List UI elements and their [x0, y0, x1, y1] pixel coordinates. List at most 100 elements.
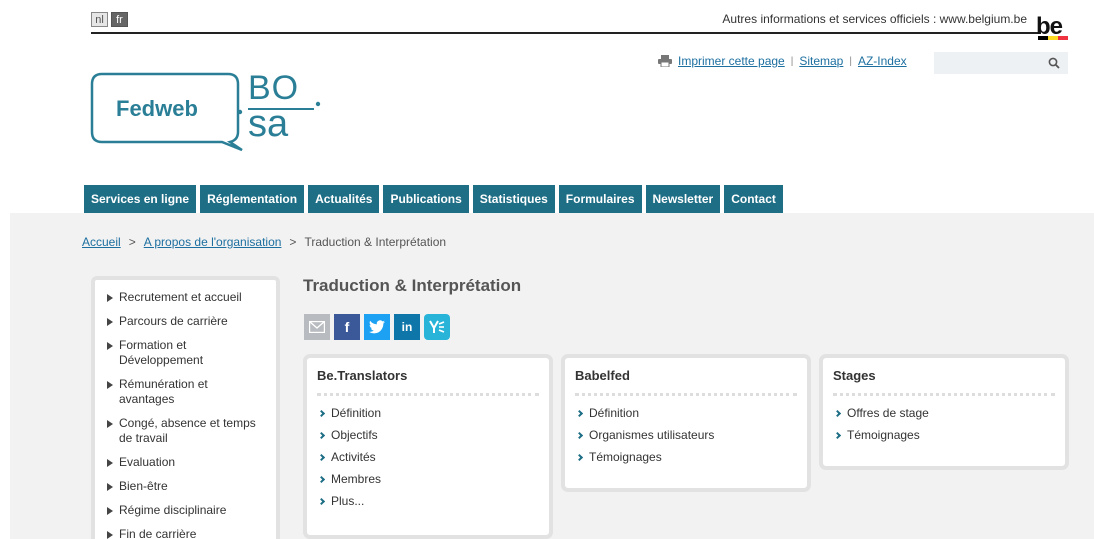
sidebar-item-label: Bien-être	[119, 479, 168, 493]
sidebar-item-remuneration[interactable]: Rémunération et avantages	[103, 377, 276, 407]
breadcrumb-separator: >	[128, 235, 136, 249]
card-link[interactable]: Organismes utilisateurs	[575, 428, 797, 443]
lang-fr-button[interactable]: fr	[111, 12, 128, 27]
sidebar-item-label: Evaluation	[119, 455, 176, 469]
card-link[interactable]: Témoignages	[575, 450, 797, 465]
belgium-flag-icon	[1038, 36, 1068, 40]
page-title: Traduction & Interprétation	[303, 276, 522, 295]
card-link[interactable]: Activités	[317, 450, 539, 465]
separator: |	[849, 55, 852, 67]
triangle-right-icon	[107, 420, 113, 428]
nav-actualites[interactable]: Actualités	[308, 185, 380, 213]
sidebar-item-label: Recrutement et accueil	[119, 290, 242, 304]
card-stages: Stages Offres de stage Témoignages	[819, 354, 1069, 470]
nav-newsletter[interactable]: Newsletter	[645, 185, 721, 213]
sidebar-item-label: Formation et Développement	[119, 338, 204, 367]
triangle-right-icon	[107, 507, 113, 515]
card-link-label: Organismes utilisateurs	[589, 428, 715, 442]
facebook-icon: f	[344, 319, 350, 335]
chevron-right-icon	[317, 431, 326, 440]
sidebar-item-bien-etre[interactable]: Bien-être	[103, 479, 276, 494]
breadcrumb-current: Traduction & Interprétation	[304, 235, 447, 249]
card-link[interactable]: Objectifs	[317, 428, 539, 443]
sidebar-item-regime[interactable]: Régime disciplinaire	[103, 503, 276, 518]
chevron-right-icon	[317, 497, 326, 506]
nav-services-en-ligne[interactable]: Services en ligne	[84, 185, 197, 213]
triangle-right-icon	[107, 318, 113, 326]
card-link[interactable]: Offres de stage	[833, 406, 1055, 421]
card-link-label: Définition	[589, 406, 640, 420]
search-box	[934, 52, 1068, 74]
share-email-button[interactable]	[304, 314, 330, 340]
sitemap-link[interactable]: Sitemap	[799, 54, 843, 68]
sidebar-menu: Recrutement et accueil Parcours de carri…	[91, 276, 280, 539]
card-title: Babelfed	[575, 368, 797, 396]
card-title: Be.Translators	[317, 368, 539, 396]
chevron-right-icon	[833, 431, 842, 440]
sidebar-item-formation[interactable]: Formation et Développement	[103, 338, 276, 368]
fedweb-bosa-logo[interactable]: Fedweb BO sa	[90, 69, 330, 154]
triangle-right-icon	[107, 531, 113, 539]
chevron-right-icon	[317, 453, 326, 462]
logo-bo-text: BO	[248, 69, 300, 107]
chevron-right-icon	[317, 475, 326, 484]
sidebar-item-recrutement[interactable]: Recrutement et accueil	[103, 290, 276, 305]
nav-formulaires[interactable]: Formulaires	[558, 185, 642, 213]
email-icon	[309, 321, 325, 333]
breadcrumb-home[interactable]: Accueil	[82, 235, 121, 249]
sidebar-item-label: Fin de carrière	[119, 527, 197, 539]
card-link-label: Témoignages	[847, 428, 920, 442]
breadcrumb-parent[interactable]: A propos de l'organisation	[144, 235, 282, 249]
sidebar-item-label: Parcours de carrière	[119, 314, 228, 328]
triangle-right-icon	[107, 459, 113, 467]
logo-divider	[248, 108, 314, 110]
sidebar-item-parcours[interactable]: Parcours de carrière	[103, 314, 276, 329]
chevron-right-icon	[575, 453, 584, 462]
print-icon	[658, 55, 672, 67]
share-facebook-button[interactable]: f	[334, 314, 360, 340]
chevron-right-icon	[833, 409, 842, 418]
card-link-label: Activités	[331, 450, 376, 464]
nav-statistiques[interactable]: Statistiques	[472, 185, 555, 213]
print-page-link[interactable]: Imprimer cette page	[678, 54, 785, 68]
sidebar-item-label: Régime disciplinaire	[119, 503, 227, 517]
search-icon[interactable]	[1048, 57, 1060, 69]
triangle-right-icon	[107, 483, 113, 491]
nav-reglementation[interactable]: Réglementation	[200, 185, 305, 213]
share-linkedin-button[interactable]: in	[394, 314, 420, 340]
sidebar-item-conge[interactable]: Congé, absence et temps de travail	[103, 416, 276, 446]
card-link-label: Objectifs	[331, 428, 378, 442]
card-link[interactable]: Plus...	[317, 494, 539, 509]
gov-services-link[interactable]: Autres informations et services officiel…	[722, 12, 1027, 26]
separator: |	[790, 55, 794, 67]
chevron-right-icon	[575, 431, 584, 440]
linkedin-icon: in	[401, 320, 413, 334]
card-link[interactable]: Témoignages	[833, 428, 1055, 443]
yammer-icon	[429, 320, 445, 333]
card-title: Stages	[833, 368, 1055, 396]
triangle-right-icon	[107, 381, 113, 389]
card-babelfed: Babelfed Définition Organismes utilisate…	[561, 354, 811, 492]
chevron-right-icon	[575, 409, 584, 418]
twitter-icon	[369, 320, 385, 334]
nav-publications[interactable]: Publications	[383, 185, 469, 213]
card-link-label: Témoignages	[589, 450, 662, 464]
sidebar-item-fin-carriere[interactable]: Fin de carrière	[103, 527, 276, 539]
nav-contact[interactable]: Contact	[724, 185, 783, 213]
card-link[interactable]: Définition	[317, 406, 539, 421]
sidebar-item-label: Rémunération et avantages	[119, 377, 208, 406]
sidebar-item-label: Congé, absence et temps de travail	[119, 416, 256, 445]
share-yammer-button[interactable]	[424, 314, 450, 340]
az-index-link[interactable]: AZ-Index	[858, 54, 907, 68]
card-link-label: Plus...	[331, 494, 365, 508]
card-link[interactable]: Membres	[317, 472, 539, 487]
share-twitter-button[interactable]	[364, 314, 390, 340]
utility-links: Imprimer cette page | Sitemap | AZ-Index	[658, 54, 907, 68]
social-share: f in	[304, 314, 450, 340]
chevron-right-icon	[317, 409, 326, 418]
triangle-right-icon	[107, 294, 113, 302]
lang-nl-button[interactable]: nl	[91, 12, 108, 27]
top-bar: nl fr Autres informations et services of…	[91, 12, 1041, 34]
card-link[interactable]: Définition	[575, 406, 797, 421]
sidebar-item-evaluation[interactable]: Evaluation	[103, 455, 276, 470]
